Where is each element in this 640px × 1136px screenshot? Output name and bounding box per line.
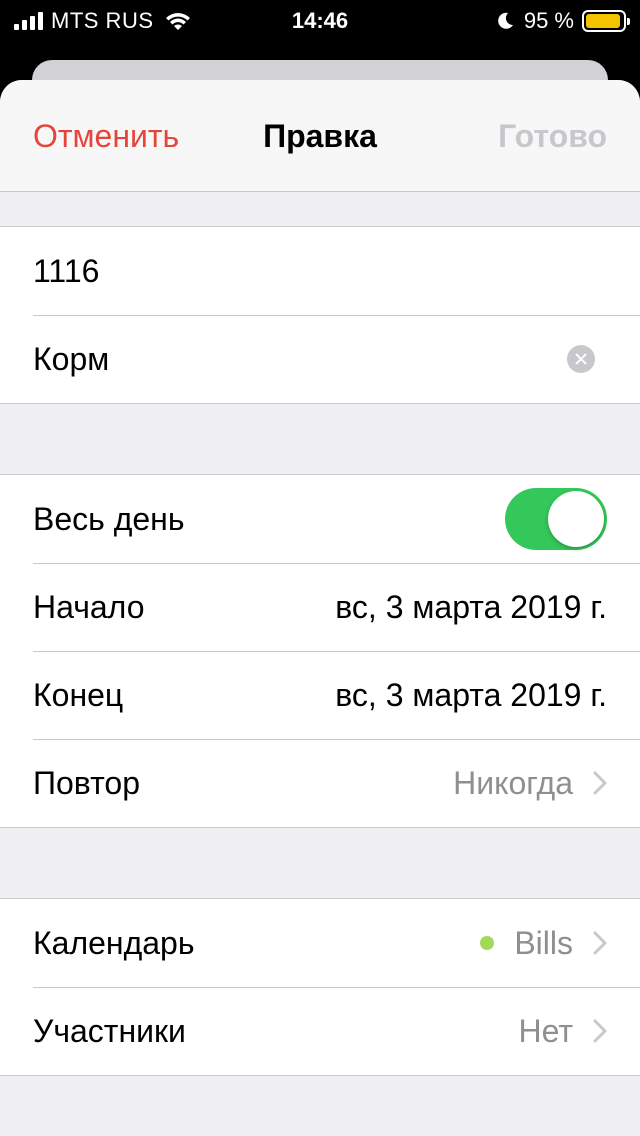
end-value[interactable]: вс, 3 марта 2019 г.: [335, 677, 607, 714]
status-right: 95 %: [496, 8, 630, 34]
toggle-knob: [548, 491, 604, 547]
chevron-right-icon: [593, 931, 607, 955]
start-value[interactable]: вс, 3 марта 2019 г.: [335, 589, 607, 626]
status-bar: MTS RUS 14:46 95 %: [0, 0, 640, 42]
start-row[interactable]: Начало вс, 3 марта 2019 г.: [0, 563, 640, 651]
end-row[interactable]: Конец вс, 3 марта 2019 г.: [0, 651, 640, 739]
invitees-value: Нет: [518, 1012, 574, 1049]
location-value[interactable]: Корм: [33, 341, 567, 378]
battery-percent: 95 %: [523, 8, 574, 33]
chevron-right-icon: [593, 1019, 607, 1043]
calendar-value: Bills: [514, 924, 573, 961]
title-value[interactable]: 1116: [33, 253, 607, 290]
calendar-group: Календарь Bills Участники Нет: [0, 898, 640, 1076]
clear-icon[interactable]: [567, 345, 595, 373]
title-location-group: 1116 Корм: [0, 226, 640, 404]
nav-bar: Отменить Правка Готово: [0, 80, 640, 192]
battery-fill: [586, 14, 621, 28]
start-label: Начало: [33, 588, 145, 625]
repeat-row[interactable]: Повтор Никогда: [0, 739, 640, 827]
battery-icon: [582, 10, 630, 32]
location-field[interactable]: Корм: [0, 315, 640, 403]
moon-icon: [498, 12, 513, 29]
all-day-label: Весь день: [33, 500, 185, 537]
invitees-row[interactable]: Участники Нет: [0, 987, 640, 1075]
repeat-label: Повтор: [33, 764, 140, 801]
chevron-right-icon: [593, 771, 607, 795]
calendar-label: Календарь: [33, 924, 195, 961]
repeat-value: Никогда: [453, 764, 573, 801]
all-day-row: Весь день: [0, 475, 640, 563]
title-field[interactable]: 1116: [0, 227, 640, 315]
calendar-color-dot: [480, 936, 495, 950]
done-button[interactable]: Готово: [498, 118, 607, 155]
edit-event-sheet: Отменить Правка Готово 1116 Корм Весь де…: [0, 80, 640, 1136]
all-day-toggle[interactable]: [505, 488, 607, 550]
calendar-row[interactable]: Календарь Bills: [0, 899, 640, 987]
invitees-label: Участники: [33, 1012, 186, 1049]
dates-group: Весь день Начало вс, 3 марта 2019 г. Кон…: [0, 474, 640, 828]
end-label: Конец: [33, 676, 124, 713]
